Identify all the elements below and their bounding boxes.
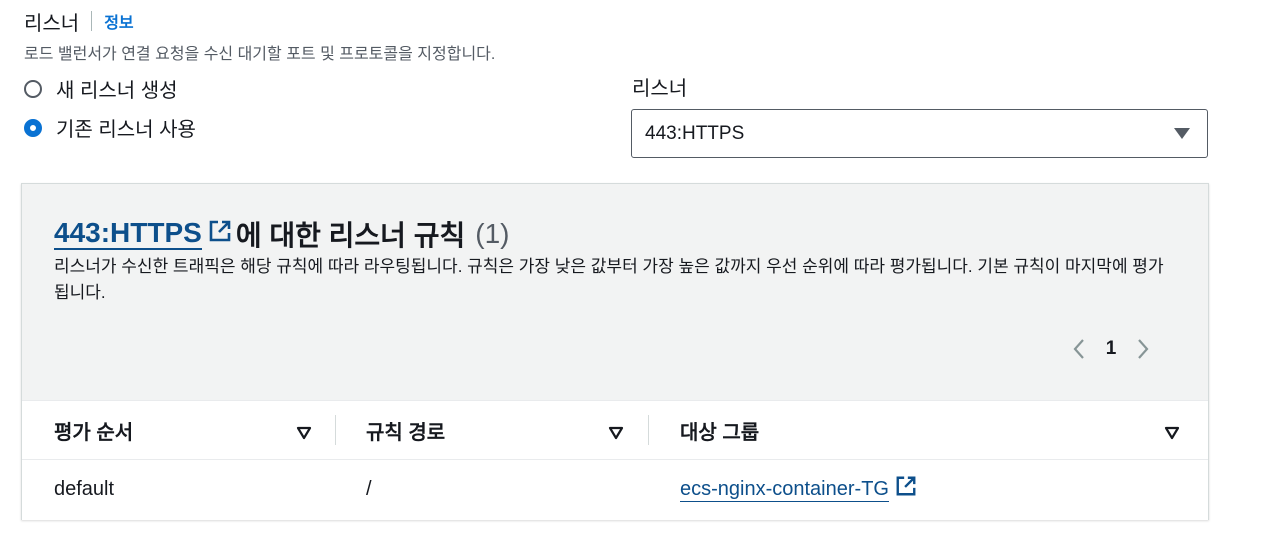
external-link-icon[interactable] [895, 475, 917, 503]
next-page-icon[interactable] [1130, 336, 1156, 362]
column-header-label: 평가 순서 [54, 421, 134, 444]
panel-title-text: 에 대한 리스너 규칙 [235, 220, 466, 251]
previous-page-icon[interactable] [1066, 336, 1092, 362]
column-divider[interactable] [335, 415, 336, 445]
cell-path: / [366, 477, 372, 500]
listener-link[interactable]: 443:HTTPS [54, 218, 202, 250]
page-number[interactable]: 1 [1092, 338, 1130, 360]
column-header-order[interactable]: 평가 순서 [54, 401, 312, 459]
column-divider[interactable] [648, 415, 649, 445]
listener-rules-panel: 443:HTTPS 에 대한 리스너 규칙 (1) 리스너가 수신한 트래픽은 … [21, 183, 1209, 520]
rules-table: 평가 순서 규칙 경로 대상 그룹 default / ecs-nginx-co… [22, 400, 1208, 520]
panel-description: 리스너가 수신한 트래픽은 해당 규칙에 따라 라우팅됩니다. 규칙은 가장 낮… [54, 257, 1164, 302]
column-header-label: 규칙 경로 [366, 421, 446, 444]
title-divider [91, 11, 93, 31]
radio-label-existing-listener: 기존 리스너 사용 [56, 119, 196, 141]
table-header: 평가 순서 규칙 경로 대상 그룹 [22, 401, 1208, 460]
radio-label-new-listener: 새 리스너 생성 [56, 80, 178, 102]
radio-new-listener[interactable]: 새 리스너 생성 [24, 74, 178, 103]
section-header: 리스너 정보 [24, 8, 134, 35]
page: 리스너 정보 로드 밸런서가 연결 요청을 수신 대기할 포트 및 프로토콜을 … [0, 0, 1280, 542]
listener-select-value: 443:HTTPS [645, 122, 745, 144]
sort-icon[interactable] [1164, 423, 1180, 440]
radio-button-unchecked[interactable] [24, 79, 42, 98]
column-header-label: 대상 그룹 [680, 421, 760, 444]
info-link[interactable]: 정보 [104, 9, 133, 33]
sort-icon[interactable] [296, 423, 312, 440]
section-description: 로드 밸런서가 연결 요청을 수신 대기할 포트 및 프로토콜을 지정합니다. [24, 46, 496, 63]
panel-title: 443:HTTPS 에 대한 리스너 규칙 (1) [54, 214, 509, 254]
cell-target-group: ecs-nginx-container-TG [680, 459, 919, 519]
listener-select-label: 리스너 [632, 78, 688, 100]
listener-select[interactable]: 443:HTTPS [631, 109, 1208, 158]
target-group-link[interactable]: ecs-nginx-container-TG [680, 477, 889, 502]
pagination: 1 [1066, 336, 1156, 362]
radio-existing-listener[interactable]: 기존 리스너 사용 [24, 113, 196, 142]
external-link-icon[interactable] [208, 218, 232, 250]
radio-button-checked[interactable] [24, 118, 42, 137]
cell-order: default [54, 477, 115, 500]
caret-down-icon [1174, 128, 1190, 139]
table-row: default / ecs-nginx-container-TG [22, 459, 1208, 519]
sort-icon[interactable] [608, 423, 624, 440]
rule-count: (1) [475, 218, 510, 249]
column-header-target-group[interactable]: 대상 그룹 [680, 401, 1180, 459]
column-header-path[interactable]: 규칙 경로 [366, 401, 624, 459]
section-title: 리스너 [24, 12, 80, 35]
